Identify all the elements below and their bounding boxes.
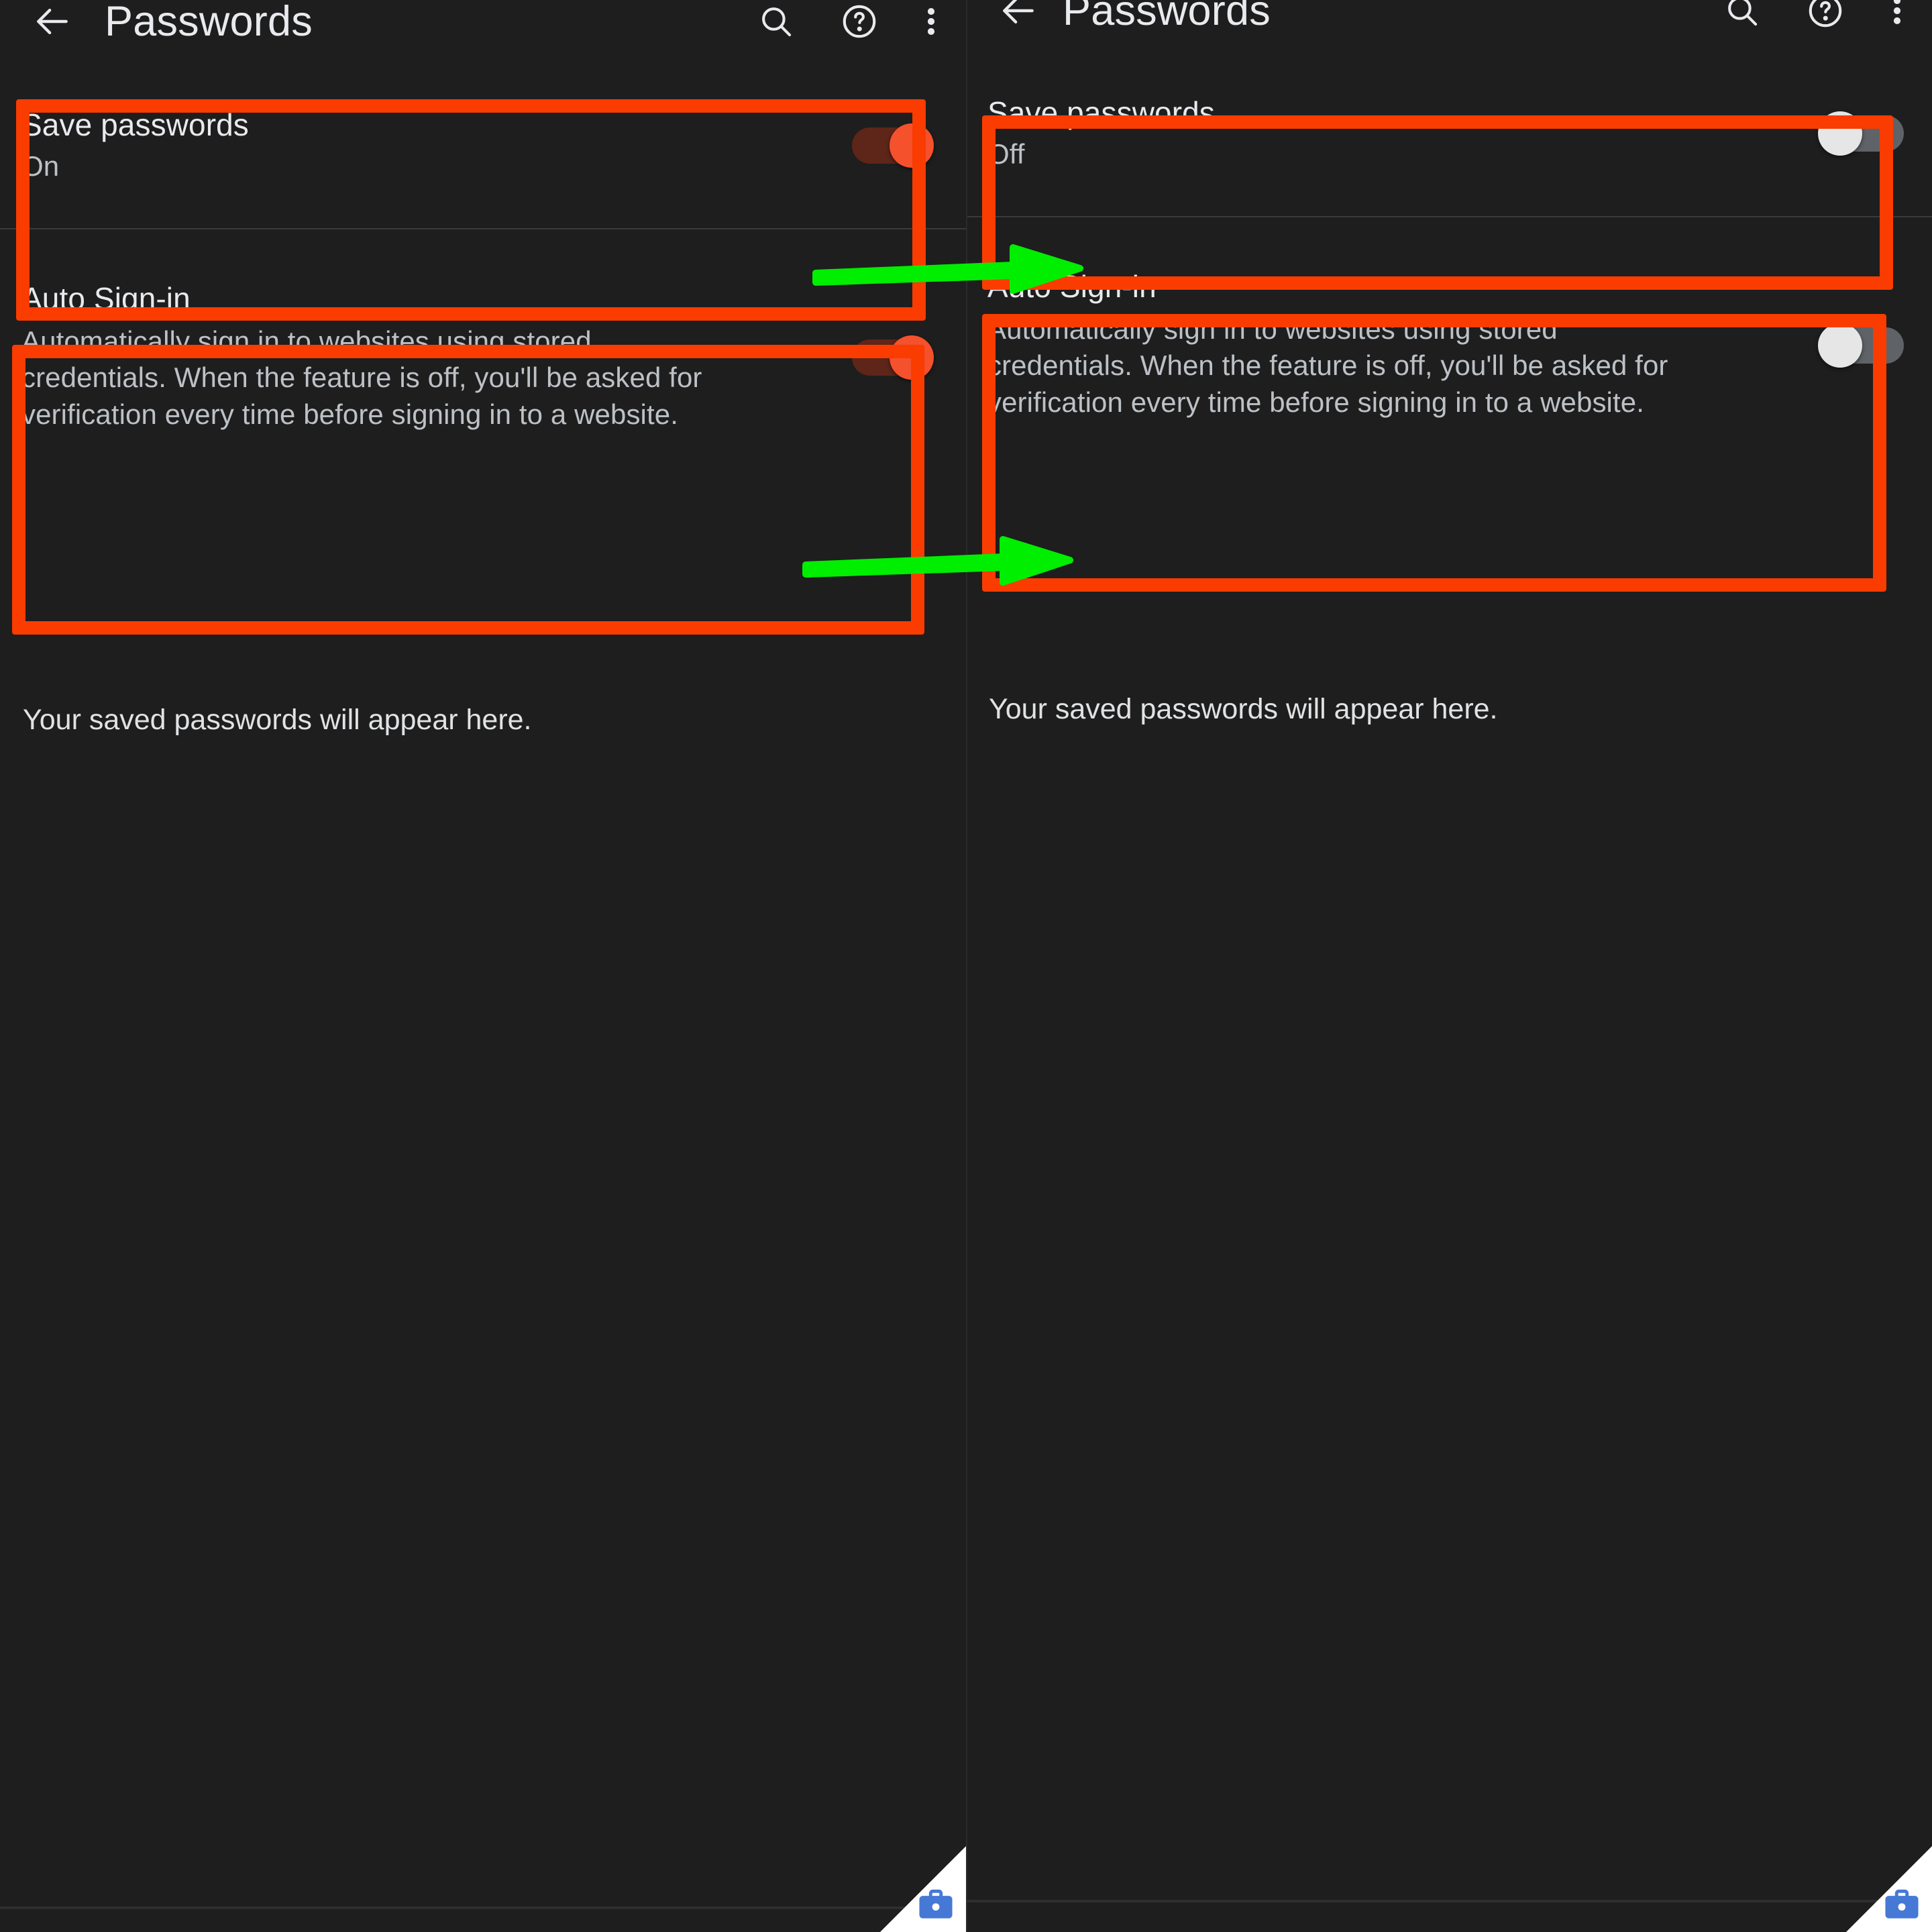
- system-strip-right: [966, 1900, 1932, 1902]
- help-button[interactable]: [830, 0, 888, 50]
- appbar-before: Passwords: [0, 0, 966, 63]
- toggle-thumb: [890, 123, 934, 168]
- back-arrow-icon: [37, 9, 68, 34]
- search-icon: [1728, 0, 1758, 26]
- setting-text: Auto Sign-in Automatically sign in to we…: [21, 282, 852, 433]
- setting-row-save-passwords[interactable]: Save passwords Off: [966, 50, 1932, 217]
- appbar-actions: [747, 0, 949, 50]
- search-button[interactable]: [1713, 0, 1771, 40]
- settings-list-after: Save passwords Off Auto Sign-in Automati…: [966, 50, 1932, 474]
- setting-summary: Off: [987, 138, 1025, 170]
- overflow-menu-button[interactable]: [1880, 0, 1915, 40]
- briefcase-icon: [1885, 1889, 1919, 1919]
- more-vertical-icon: [1893, 0, 1901, 25]
- panel-after: Passwords Save passwords Off Auto Sign-i…: [966, 0, 1932, 1932]
- setting-title: Auto Sign-in: [987, 269, 1157, 305]
- setting-title: Save passwords: [987, 95, 1215, 131]
- page-title: Passwords: [105, 0, 313, 45]
- page-title: Passwords: [1063, 0, 1271, 34]
- search-button[interactable]: [747, 0, 805, 50]
- setting-row-auto-sign-in[interactable]: Auto Sign-in Automatically sign in to we…: [966, 217, 1932, 474]
- help-circle-icon: [1809, 0, 1842, 28]
- panel-divider: [966, 0, 967, 1932]
- search-icon: [762, 7, 792, 37]
- setting-summary: Automatically sign in to websites using …: [987, 313, 1668, 419]
- toggle-save-passwords[interactable]: [1818, 109, 1904, 158]
- setting-title: Save passwords: [21, 107, 249, 143]
- setting-title: Auto Sign-in: [21, 281, 191, 317]
- setting-text: Save passwords Off: [987, 96, 1818, 171]
- setting-summary: Automatically sign in to websites using …: [21, 325, 702, 431]
- system-strip-left: [0, 1907, 966, 1909]
- toggle-thumb: [1818, 323, 1862, 368]
- empty-state-message: Your saved passwords will appear here.: [989, 693, 1498, 725]
- toggle-thumb: [1818, 111, 1862, 156]
- work-profile-badge-right: [1846, 1846, 1932, 1932]
- toggle-auto-sign-in[interactable]: [1818, 321, 1904, 370]
- appbar-actions: [1713, 0, 1915, 40]
- work-profile-badge-left: [880, 1846, 966, 1932]
- empty-state-message: Your saved passwords will appear here.: [23, 704, 532, 736]
- back-arrow-icon: [1003, 0, 1034, 23]
- setting-summary: On: [21, 150, 60, 182]
- setting-text: Auto Sign-in Automatically sign in to we…: [987, 270, 1818, 421]
- panel-before: Passwords Save passwords On Auto Sign-in…: [0, 0, 966, 1932]
- help-circle-icon: [843, 5, 876, 38]
- back-button[interactable]: [986, 0, 1051, 43]
- overflow-menu-button[interactable]: [914, 0, 949, 50]
- toggle-auto-sign-in[interactable]: [852, 333, 936, 382]
- setting-text: Save passwords On: [21, 108, 852, 183]
- appbar-after: Passwords: [966, 0, 1932, 52]
- help-button[interactable]: [1796, 0, 1854, 40]
- toggle-save-passwords[interactable]: [852, 121, 936, 170]
- setting-row-auto-sign-in[interactable]: Auto Sign-in Automatically sign in to we…: [0, 229, 966, 486]
- toggle-thumb: [890, 335, 934, 380]
- back-button[interactable]: [20, 0, 85, 54]
- more-vertical-icon: [927, 7, 935, 36]
- briefcase-icon: [919, 1889, 953, 1919]
- comparison-canvas: Passwords Save passwords On Auto Sign-in…: [0, 0, 1932, 1932]
- setting-row-save-passwords[interactable]: Save passwords On: [0, 62, 966, 229]
- settings-list-before: Save passwords On Auto Sign-in Automatic…: [0, 62, 966, 486]
